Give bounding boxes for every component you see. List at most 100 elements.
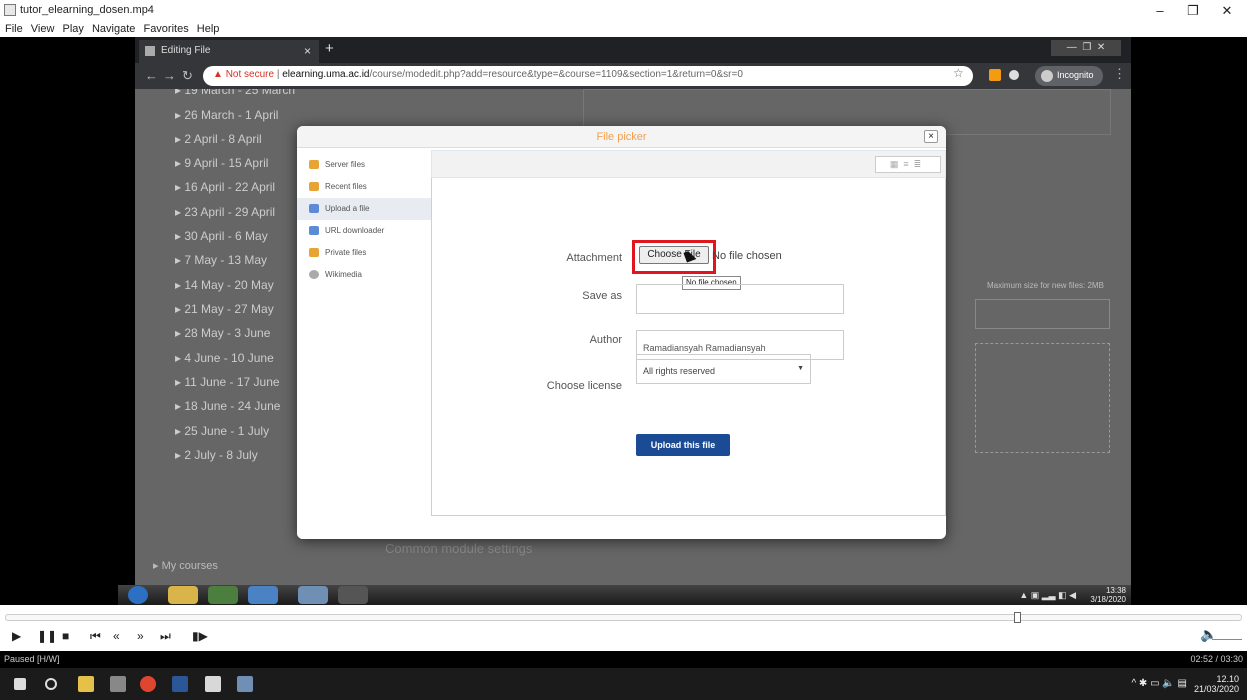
- extension-icon[interactable]: [989, 69, 1001, 81]
- week-item[interactable]: 30 April - 6 May: [175, 229, 267, 251]
- download-icon: [309, 226, 319, 235]
- license-label: Choose license: [546, 380, 622, 392]
- week-item[interactable]: 16 April - 22 April: [175, 180, 275, 202]
- license-select[interactable]: All rights reserved ▼: [636, 354, 811, 384]
- film-icon: [4, 4, 16, 16]
- new-tab-icon[interactable]: +: [325, 40, 334, 57]
- menu-kebab-icon[interactable]: ⋮: [1113, 66, 1126, 82]
- week-item[interactable]: 4 June - 10 June: [175, 351, 273, 373]
- browser-tab[interactable]: Editing File ×: [139, 40, 319, 63]
- app-icon[interactable]: [237, 676, 253, 692]
- frame-step-icon[interactable]: ▮▶: [192, 629, 208, 643]
- repo-private-files[interactable]: Private files: [297, 242, 431, 264]
- extension-circle-icon[interactable]: [1009, 70, 1019, 80]
- app-titlebar: tutor_elearning_dosen.mp4 – ❐ ✕: [0, 0, 1247, 22]
- start-orb-icon[interactable]: [128, 586, 148, 604]
- close-button[interactable]: ✕: [1212, 2, 1242, 22]
- week-item[interactable]: 25 June - 1 July: [175, 424, 269, 446]
- media-player-icon[interactable]: [205, 676, 221, 692]
- video-frame[interactable]: Editing File × + — ❐ ✕ ← → ↻ ▲ Not secur…: [0, 37, 1247, 605]
- file-drop-area[interactable]: [975, 343, 1110, 453]
- volume-slider[interactable]: [1212, 624, 1242, 640]
- minimize-button[interactable]: –: [1145, 2, 1175, 22]
- tab-close-icon[interactable]: ×: [304, 44, 311, 58]
- menu-view[interactable]: View: [31, 22, 55, 36]
- address-bar[interactable]: ▲ Not secure | elearning.uma.ac.id/cours…: [203, 66, 973, 86]
- fast-forward-icon[interactable]: »: [137, 629, 144, 643]
- warning-icon: ▲: [213, 69, 223, 80]
- windows-start-icon[interactable]: [14, 678, 26, 690]
- upload-panel: ▦≡≣ Attachment Choose File No file chose…: [431, 148, 946, 539]
- menu-favorites[interactable]: Favorites: [143, 22, 188, 36]
- menu-navigate[interactable]: Navigate: [92, 22, 135, 36]
- week-item[interactable]: 28 May - 3 June: [175, 326, 270, 348]
- week-item[interactable]: 14 May - 20 May: [175, 278, 273, 300]
- common-settings-section[interactable]: Common module settings: [385, 541, 532, 556]
- host-tray-icons[interactable]: ^ ✱ ▭ 🔈 ▤: [1131, 678, 1187, 689]
- forward-icon[interactable]: →: [163, 68, 176, 83]
- week-item[interactable]: 23 April - 29 April: [175, 205, 275, 227]
- save-as-input[interactable]: [636, 284, 844, 314]
- play-icon[interactable]: ▶: [12, 629, 21, 643]
- week-item[interactable]: 21 May - 27 May: [175, 302, 273, 324]
- search-icon[interactable]: [45, 678, 57, 690]
- app-icon[interactable]: [338, 586, 368, 604]
- seek-bar[interactable]: [5, 614, 1242, 621]
- reload-icon[interactable]: ↻: [182, 68, 193, 84]
- my-courses-link[interactable]: My courses: [153, 559, 218, 572]
- week-item[interactable]: 2 July - 8 July: [175, 448, 257, 470]
- browser-tabstrip: Editing File × + — ❐ ✕: [135, 37, 1131, 63]
- app-icon[interactable]: [110, 676, 126, 692]
- chrome-icon[interactable]: [140, 676, 156, 692]
- word-icon[interactable]: [172, 676, 188, 692]
- guest-tray-icons[interactable]: ▲ ▣ ▂▃ ◧ ◀: [1019, 590, 1076, 601]
- app-icon[interactable]: [298, 586, 328, 604]
- rewind-icon[interactable]: «: [113, 629, 120, 643]
- menu-help[interactable]: Help: [197, 22, 220, 36]
- menu-file[interactable]: File: [5, 22, 23, 36]
- dialog-title: File picker: [596, 131, 647, 143]
- filemanager-toolbar: [975, 299, 1110, 329]
- repo-recent-files[interactable]: Recent files: [297, 176, 431, 198]
- stop-icon[interactable]: ■: [62, 629, 69, 643]
- skip-forward-icon[interactable]: ⏭: [160, 629, 171, 644]
- pause-icon[interactable]: ❚❚: [37, 629, 57, 643]
- page-icon: [145, 46, 155, 56]
- explorer-icon[interactable]: [168, 586, 198, 604]
- player-time: 02:52 / 03:30: [1190, 654, 1243, 664]
- not-secure-label: Not secure: [225, 69, 275, 80]
- back-icon[interactable]: ←: [145, 68, 158, 83]
- week-item[interactable]: 2 April - 8 April: [175, 132, 261, 154]
- week-item[interactable]: 11 June - 17 June: [175, 375, 279, 397]
- dialog-header: File picker ×: [297, 126, 946, 148]
- week-item[interactable]: 18 June - 24 June: [175, 399, 280, 421]
- chrome-icon[interactable]: [208, 586, 238, 604]
- incognito-badge[interactable]: Incognito: [1035, 66, 1103, 86]
- window-title: tutor_elearning_dosen.mp4: [20, 4, 154, 16]
- repo-upload-file[interactable]: Upload a file: [297, 198, 431, 220]
- menu-bar: File View Play Navigate Favorites Help: [0, 22, 1247, 37]
- seek-thumb[interactable]: [1014, 612, 1021, 623]
- guest-clock: 13:38 3/18/2020: [1090, 586, 1126, 604]
- bookmark-star-icon[interactable]: ☆: [953, 66, 964, 80]
- view-mode-icons[interactable]: ▦≡≣: [875, 156, 941, 173]
- guest-taskbar: ▲ ▣ ▂▃ ◧ ◀ 13:38 3/18/2020: [118, 585, 1131, 605]
- week-item[interactable]: 26 March - 1 April: [175, 108, 278, 130]
- browser-window-controls[interactable]: — ❐ ✕: [1051, 40, 1121, 56]
- url-domain: elearning.uma.ac.id: [282, 69, 370, 80]
- browser-toolbar: ← → ↻ ▲ Not secure | elearning.uma.ac.id…: [135, 63, 1131, 89]
- dialog-close-icon[interactable]: ×: [924, 130, 938, 143]
- upload-file-button[interactable]: Upload this file: [636, 434, 730, 456]
- menu-play[interactable]: Play: [63, 22, 84, 36]
- week-item[interactable]: 19 March - 25 March: [175, 89, 295, 105]
- week-item[interactable]: 9 April - 15 April: [175, 156, 268, 178]
- file-explorer-icon[interactable]: [78, 676, 94, 692]
- repo-wikimedia[interactable]: Wikimedia: [297, 264, 431, 286]
- status-bar: Paused [H/W] 02:52 / 03:30: [0, 651, 1247, 668]
- week-item[interactable]: 7 May - 13 May: [175, 253, 267, 275]
- repo-url-downloader[interactable]: URL downloader: [297, 220, 431, 242]
- skip-back-icon[interactable]: ⏮: [90, 629, 101, 644]
- repo-server-files[interactable]: Server files: [297, 154, 431, 176]
- app-icon[interactable]: [248, 586, 278, 604]
- maximize-button[interactable]: ❐: [1178, 2, 1208, 22]
